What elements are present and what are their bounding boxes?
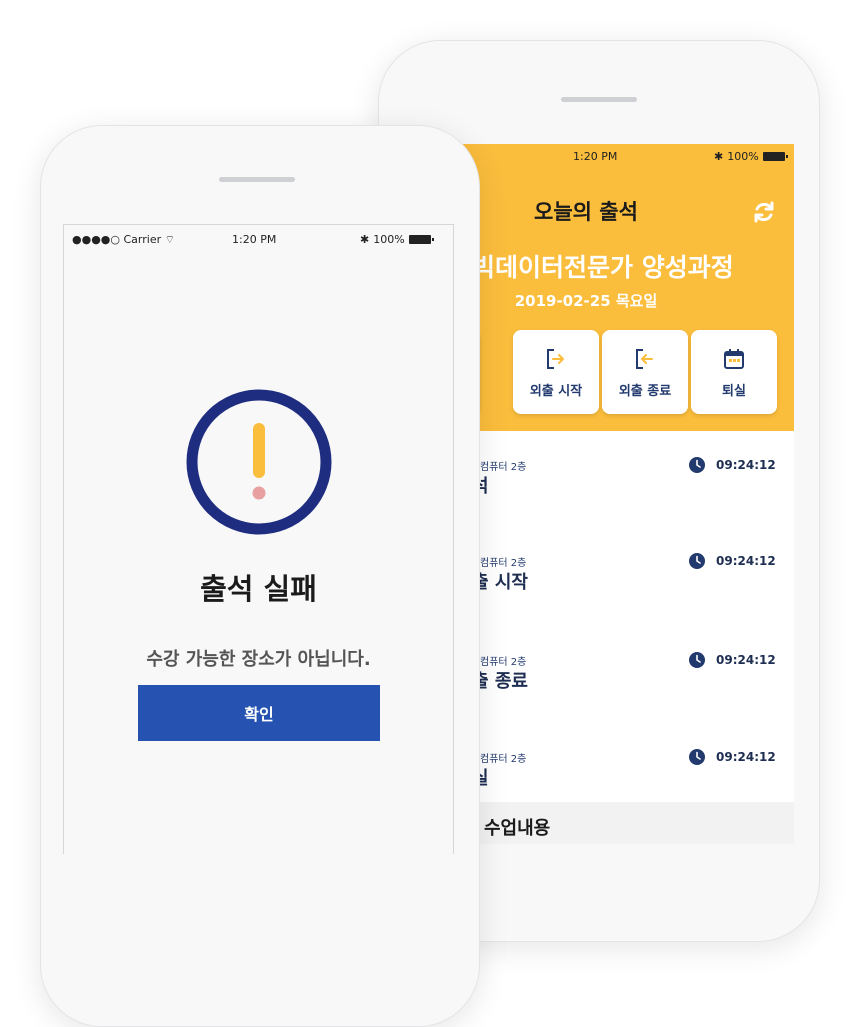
log-location: 컴퓨터 2층 [480,657,527,668]
confirm-button[interactable]: 확인 [138,685,380,741]
status-time: 1:20 PM [232,233,277,246]
failure-title: 출석 실패 [200,572,317,606]
clock-icon [689,652,705,668]
battery-icon [762,152,788,161]
log-time: 09:24:12 [716,750,776,764]
log-time: 09:24:12 [716,554,776,568]
checkout-label: 퇴실 [722,384,746,399]
enter-arrow-icon [636,349,653,369]
status-battery: ✱ 100% [360,233,434,246]
exit-arrow-icon [547,349,564,369]
status-time: 1:20 PM [573,150,618,163]
bluetooth-icon: ✱ [714,150,724,163]
attendance-failure-screen: ●●●●○ Carrier ⌔ 1:20 PM ✱ 100% 출석 실패 수강 … [63,224,454,854]
log-location: 컴퓨터 2층 [480,558,527,569]
clock-icon [689,749,705,765]
speaker-grille [561,97,637,102]
section-title: 수업내용 [484,818,551,839]
warning-icon [186,389,332,535]
outing-start-button[interactable]: 외출 시작 [513,330,599,414]
refresh-icon[interactable] [752,200,776,224]
log-time: 09:24:12 [716,653,776,667]
wifi-icon: ⌔ [164,233,175,246]
checkout-button[interactable]: 퇴실 [691,330,777,414]
outing-end-button[interactable]: 외출 종료 [602,330,688,414]
speaker-grille [219,177,295,182]
log-type: 출 시작 [472,572,528,593]
failure-message: 수강 가능한 장소가 아닙니다. [146,649,371,670]
outing-end-label: 외출 종료 [618,384,672,399]
clock-icon [689,553,705,569]
bluetooth-icon: ✱ [360,233,370,246]
status-battery: ✱ 100% [714,150,788,163]
status-carrier: ●●●●○ Carrier ⌔ [72,233,175,246]
log-type: 출 종료 [472,671,528,692]
calendar-icon [724,349,744,369]
course-title: 빅데이터전문가 양성과정 [472,253,734,282]
battery-icon [408,235,434,244]
log-time: 09:24:12 [716,458,776,472]
clock-icon [689,457,705,473]
log-location: 컴퓨터 2층 [480,462,527,473]
log-location: 컴퓨터 2층 [480,754,527,765]
outing-start-label: 외출 시작 [529,384,583,399]
